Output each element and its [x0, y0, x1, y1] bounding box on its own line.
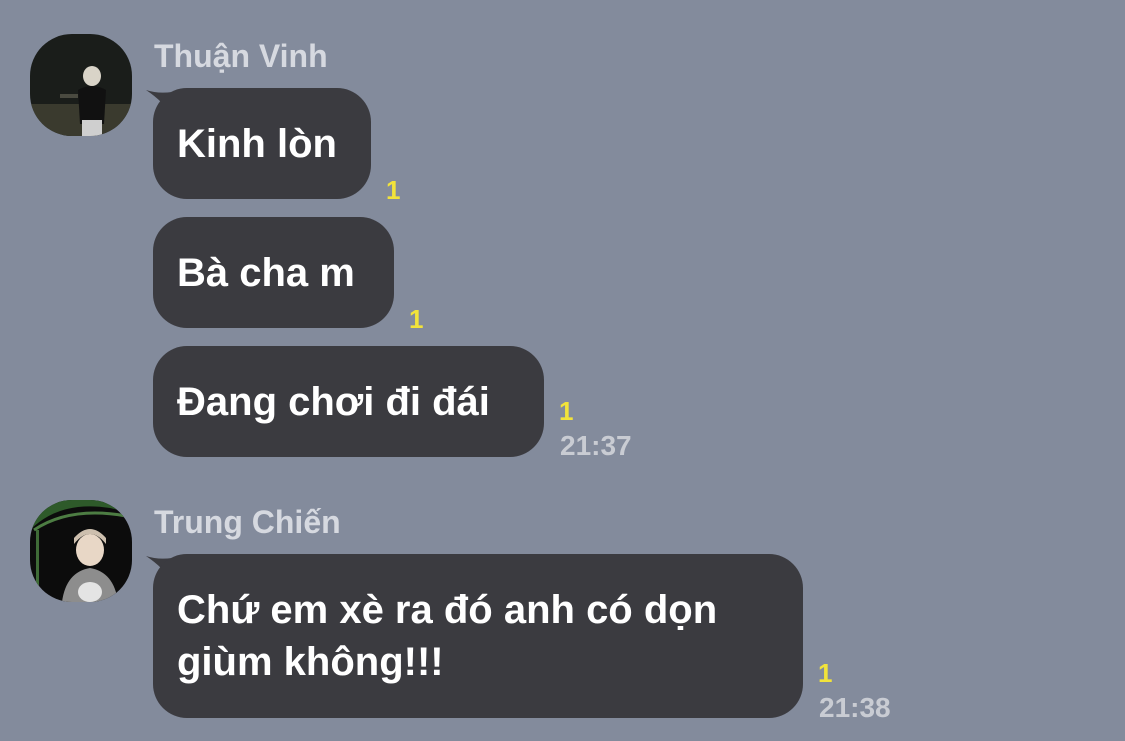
message-text: Bà cha m: [177, 250, 355, 295]
avatar-trung-chien[interactable]: [30, 500, 132, 602]
unread-count: 1: [818, 658, 833, 688]
message-bubble[interactable]: Kinh lòn: [153, 88, 371, 199]
unread-count: 1: [409, 304, 424, 334]
message-bubble[interactable]: Bà cha m: [153, 217, 394, 328]
message-bubble[interactable]: Đang chơi đi đái: [153, 346, 544, 457]
message-text: Kinh lòn: [177, 121, 337, 166]
avatar-thuan-vinh[interactable]: [30, 34, 132, 136]
message-timestamp: 21:38: [819, 692, 891, 723]
message-timestamp: 21:37: [560, 430, 632, 461]
sender-name: Trung Chiến: [154, 504, 341, 540]
sender-name: Thuận Vinh: [154, 38, 328, 74]
message-text: Đang chơi đi đái: [177, 379, 490, 424]
person-photo-avatar-icon: [30, 34, 132, 136]
message-text-line: giùm không!!!: [177, 640, 444, 684]
message-text-line: Chứ em xè ra đó anh có dọn: [177, 588, 718, 632]
person-photo-avatar-icon: [30, 500, 132, 602]
unread-count: 1: [559, 396, 574, 426]
message-bubble[interactable]: Chứ em xè ra đó anh có dọn giùm không!!!: [153, 554, 803, 718]
unread-count: 1: [386, 175, 401, 205]
